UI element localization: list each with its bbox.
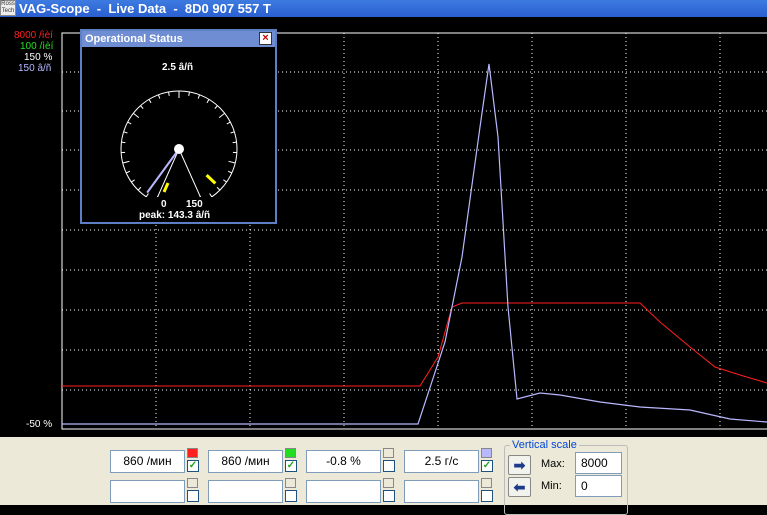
popup-title: Operational Status bbox=[82, 31, 275, 47]
channel-7-color bbox=[383, 478, 394, 488]
channel-6-value[interactable] bbox=[208, 480, 283, 503]
gauge-tick bbox=[158, 95, 159, 99]
gauge-tick bbox=[146, 194, 148, 197]
gauge-tick bbox=[124, 132, 128, 133]
gauge-needle bbox=[147, 149, 179, 193]
gauge-tick bbox=[231, 132, 235, 133]
channel-8-checkbox[interactable] bbox=[481, 490, 493, 502]
title-bar: Ross Tech VAG-Scope - Live Data - 8D0 90… bbox=[0, 0, 767, 17]
gauge-tick bbox=[189, 92, 190, 96]
channel-1-value[interactable]: 860 /мин bbox=[110, 450, 185, 473]
window-title: VAG-Scope - Live Data - 8D0 907 557 T bbox=[19, 0, 271, 17]
app-logo-icon: Ross Tech bbox=[0, 0, 16, 16]
channel-8-value[interactable] bbox=[404, 480, 479, 503]
gauge-peak-label: peak: 143.3 â/ñ bbox=[139, 210, 210, 221]
gauge-max-label: 150 bbox=[186, 199, 203, 210]
vertical-scale-title: Vertical scale bbox=[510, 439, 579, 451]
channel-3-color bbox=[383, 448, 394, 458]
channel-5-color bbox=[187, 478, 198, 488]
gauge-tick bbox=[133, 113, 139, 117]
gauge-tick bbox=[149, 99, 151, 102]
gauge-tick bbox=[223, 180, 226, 182]
gauge-tick bbox=[210, 194, 212, 197]
gauge-tick bbox=[138, 187, 141, 190]
channel-7-checkbox[interactable] bbox=[383, 490, 395, 502]
gauge-tick bbox=[169, 92, 170, 96]
channel-1-color bbox=[187, 448, 198, 458]
gauge-range-edge bbox=[155, 149, 179, 197]
channel-4-color bbox=[481, 448, 492, 458]
gauge-peak-marker bbox=[207, 175, 216, 183]
red-trace bbox=[62, 303, 767, 386]
scope-plot-area: 8000 /ìèí 100 /ìèí 150 % 150 â/ñ -50 % O… bbox=[0, 17, 767, 437]
scale-label-red: 8000 /ìèí bbox=[14, 30, 53, 41]
gauge-tick bbox=[219, 113, 225, 117]
channel-3-value[interactable]: -0.8 % bbox=[306, 450, 381, 473]
channel-6-color bbox=[285, 478, 296, 488]
operational-status-window[interactable]: Operational Status × 2.5 â/ñ 0 150 peak:… bbox=[80, 29, 277, 224]
gauge-tick bbox=[228, 161, 235, 163]
scale-label-green: 100 /ìèí bbox=[20, 41, 53, 52]
channel-2-value[interactable]: 860 /мин bbox=[208, 450, 283, 473]
gauge-range-edge bbox=[179, 149, 203, 197]
scale-label-white: 150 % bbox=[24, 52, 52, 63]
channel-2-color bbox=[285, 448, 296, 458]
min-input[interactable]: 0 bbox=[575, 475, 622, 497]
channel-1-checkbox[interactable]: ✓ bbox=[187, 460, 199, 472]
channel-8-color bbox=[481, 478, 492, 488]
gauge-tick bbox=[123, 161, 130, 163]
max-label: Max: bbox=[541, 458, 565, 470]
channel-7-value[interactable] bbox=[306, 480, 381, 503]
gauge-tick bbox=[198, 95, 199, 99]
channel-5-value[interactable] bbox=[110, 480, 185, 503]
channel-4-checkbox[interactable]: ✓ bbox=[481, 460, 493, 472]
arrow-right-icon[interactable]: ➡ bbox=[508, 455, 531, 475]
channel-3-checkbox[interactable] bbox=[383, 460, 395, 472]
channel-6-checkbox[interactable] bbox=[285, 490, 297, 502]
gauge-tick bbox=[227, 122, 231, 124]
max-input[interactable]: 8000 bbox=[575, 452, 622, 474]
channel-5-checkbox[interactable] bbox=[187, 490, 199, 502]
gauge-min-label: 0 bbox=[161, 199, 167, 210]
close-icon[interactable]: × bbox=[259, 32, 272, 45]
gauge-tick bbox=[217, 187, 220, 190]
gauge bbox=[82, 47, 275, 197]
gauge-tick bbox=[207, 99, 209, 102]
gauge-tick bbox=[215, 106, 218, 109]
channel-4-value[interactable]: 2.5 г/с bbox=[404, 450, 479, 473]
gauge-tick bbox=[131, 180, 134, 182]
min-label: Min: bbox=[541, 480, 562, 492]
scale-label-blue: 150 â/ñ bbox=[18, 63, 51, 74]
control-panel: 860 /мин ✓ 860 /мин ✓ -0.8 % 2.5 г/с ✓ V… bbox=[0, 437, 767, 505]
gauge-tick bbox=[126, 171, 130, 173]
scale-label-bottom: -50 % bbox=[26, 419, 52, 430]
gauge-min-marker bbox=[164, 183, 168, 192]
channel-2-checkbox[interactable]: ✓ bbox=[285, 460, 297, 472]
arrow-left-icon[interactable]: ⬅ bbox=[508, 477, 531, 497]
gauge-tick bbox=[228, 171, 232, 173]
gauge-tick bbox=[141, 106, 144, 109]
gauge-tick bbox=[128, 122, 132, 124]
gauge-hub bbox=[174, 144, 184, 154]
